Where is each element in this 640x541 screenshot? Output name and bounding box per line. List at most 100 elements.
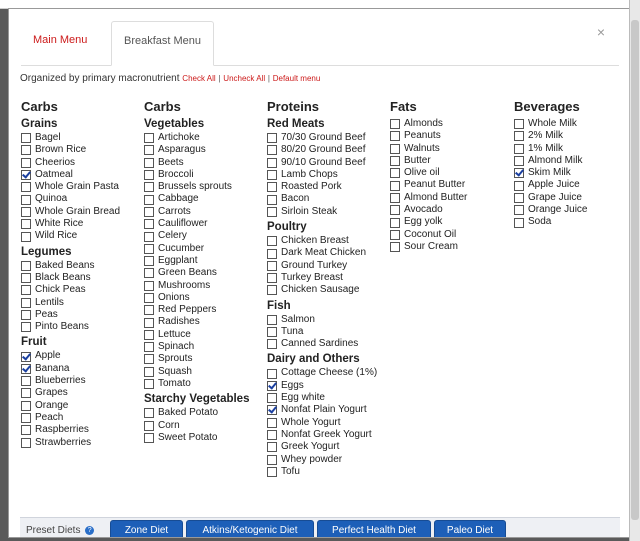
perfect-health-diet-button[interactable]: Perfect Health Diet [317, 520, 431, 537]
food-item[interactable]: Sweet Potato [144, 432, 249, 444]
checked-checkbox[interactable] [514, 168, 524, 179]
checkbox[interactable] [21, 206, 31, 217]
checked-checkbox[interactable] [267, 380, 277, 391]
checkbox[interactable] [144, 432, 154, 443]
paleo-diet-button[interactable]: Paleo Diet [434, 520, 506, 537]
food-item[interactable]: Almonds [390, 118, 467, 130]
food-item[interactable]: Pinto Beans [21, 321, 120, 333]
page-scrollbar[interactable] [629, 0, 640, 541]
food-item[interactable]: Canned Sardines [267, 338, 377, 350]
checkbox[interactable] [144, 268, 154, 279]
checkbox[interactable] [514, 180, 524, 191]
checkbox[interactable] [267, 133, 277, 144]
checked-checkbox[interactable] [267, 405, 277, 416]
food-item[interactable]: Olive oil [390, 167, 467, 179]
scrollbar-thumb[interactable] [631, 20, 639, 520]
food-item[interactable]: Celery [144, 230, 249, 242]
food-item[interactable]: Eggplant [144, 255, 249, 267]
checkbox[interactable] [267, 454, 277, 465]
checkbox[interactable] [144, 280, 154, 291]
checkbox[interactable] [144, 408, 154, 419]
checkbox[interactable] [144, 354, 154, 365]
checked-checkbox[interactable] [21, 363, 31, 374]
checkbox[interactable] [144, 293, 154, 303]
check-all-link[interactable]: Check All [182, 74, 215, 83]
food-item[interactable]: Walnuts [390, 143, 467, 155]
checkbox[interactable] [144, 366, 154, 377]
food-item[interactable]: Wild Rice [21, 230, 120, 242]
help-icon[interactable]: ? [85, 525, 95, 535]
food-item[interactable]: Orange Juice [514, 204, 587, 216]
food-item[interactable]: Dark Meat Chicken [267, 247, 377, 259]
food-item[interactable]: Baked Beans [21, 260, 120, 272]
food-item[interactable]: Lentils [21, 297, 120, 309]
food-item[interactable]: Chick Peas [21, 284, 120, 296]
food-item[interactable]: Bagel [21, 132, 120, 144]
checkbox[interactable] [144, 256, 154, 267]
checkbox[interactable] [514, 119, 524, 130]
checkbox[interactable] [144, 145, 154, 156]
checkbox[interactable] [21, 273, 31, 284]
checkbox[interactable] [21, 133, 31, 144]
checkbox[interactable] [267, 368, 277, 379]
atkins-ketogenic-diet-button[interactable]: Atkins/Ketogenic Diet [186, 520, 314, 537]
food-item[interactable]: Chicken Breast [267, 235, 377, 247]
food-item[interactable]: Coconut Oil [390, 229, 467, 241]
food-item[interactable]: Cottage Cheese (1%) [267, 367, 377, 379]
food-item[interactable]: Apple [21, 350, 120, 362]
checkbox[interactable] [144, 342, 154, 353]
checkbox[interactable] [390, 168, 400, 179]
food-item[interactable]: Tuna [267, 326, 377, 338]
checkbox[interactable] [21, 182, 31, 193]
checkbox[interactable] [267, 273, 277, 284]
food-item[interactable]: 1% Milk [514, 143, 587, 155]
checkbox[interactable] [144, 170, 154, 181]
food-item[interactable]: Turkey Breast [267, 272, 377, 284]
checkbox[interactable] [267, 285, 277, 296]
checkbox[interactable] [514, 156, 524, 167]
tab-main-menu[interactable]: Main Menu [21, 21, 99, 64]
checkbox[interactable] [144, 317, 154, 328]
checkbox[interactable] [267, 206, 277, 217]
zone-diet-button[interactable]: Zone Diet [110, 520, 183, 537]
checkbox[interactable] [144, 243, 154, 254]
checkbox[interactable] [267, 194, 277, 205]
food-item[interactable]: Quinoa [21, 193, 120, 205]
checkbox[interactable] [144, 231, 154, 242]
food-item[interactable]: Peanut Butter [390, 179, 467, 191]
food-item[interactable]: 2% Milk [514, 130, 587, 142]
tab-breakfast-menu[interactable]: Breakfast Menu [111, 21, 215, 66]
food-item[interactable]: Cauliflower [144, 218, 249, 230]
checkbox[interactable] [390, 143, 400, 154]
checkbox[interactable] [267, 236, 277, 247]
food-item[interactable]: 90/10 Ground Beef [267, 157, 377, 169]
checkbox[interactable] [267, 170, 277, 181]
checkbox[interactable] [390, 217, 400, 228]
checkbox[interactable] [21, 437, 31, 448]
food-item[interactable]: Nonfat Greek Yogurt [267, 429, 377, 441]
checkbox[interactable] [21, 400, 31, 411]
checkbox[interactable] [514, 131, 524, 142]
food-item[interactable]: Artichoke [144, 132, 249, 144]
checkbox[interactable] [144, 305, 154, 316]
food-item[interactable]: Whey powder [267, 454, 377, 466]
checkbox[interactable] [267, 393, 277, 404]
checkbox[interactable] [390, 229, 400, 240]
food-item[interactable]: Onions [144, 292, 249, 304]
checkbox[interactable] [21, 260, 31, 271]
checkbox[interactable] [21, 219, 31, 230]
checkbox[interactable] [144, 219, 154, 230]
food-item[interactable]: Red Peppers [144, 304, 249, 316]
food-item[interactable]: Whole Grain Pasta [21, 181, 120, 193]
food-item[interactable]: Tofu [267, 466, 377, 478]
food-item[interactable]: Asparagus [144, 144, 249, 156]
checked-checkbox[interactable] [21, 170, 31, 181]
food-item[interactable]: Greek Yogurt [267, 441, 377, 453]
default-menu-link[interactable]: Default menu [273, 74, 321, 83]
checkbox[interactable] [144, 157, 154, 168]
food-item[interactable]: Butter [390, 155, 467, 167]
checkbox[interactable] [21, 194, 31, 205]
food-item[interactable]: Eggs [267, 380, 377, 392]
food-item[interactable]: Oatmeal [21, 169, 120, 181]
food-item[interactable]: Spinach [144, 341, 249, 353]
